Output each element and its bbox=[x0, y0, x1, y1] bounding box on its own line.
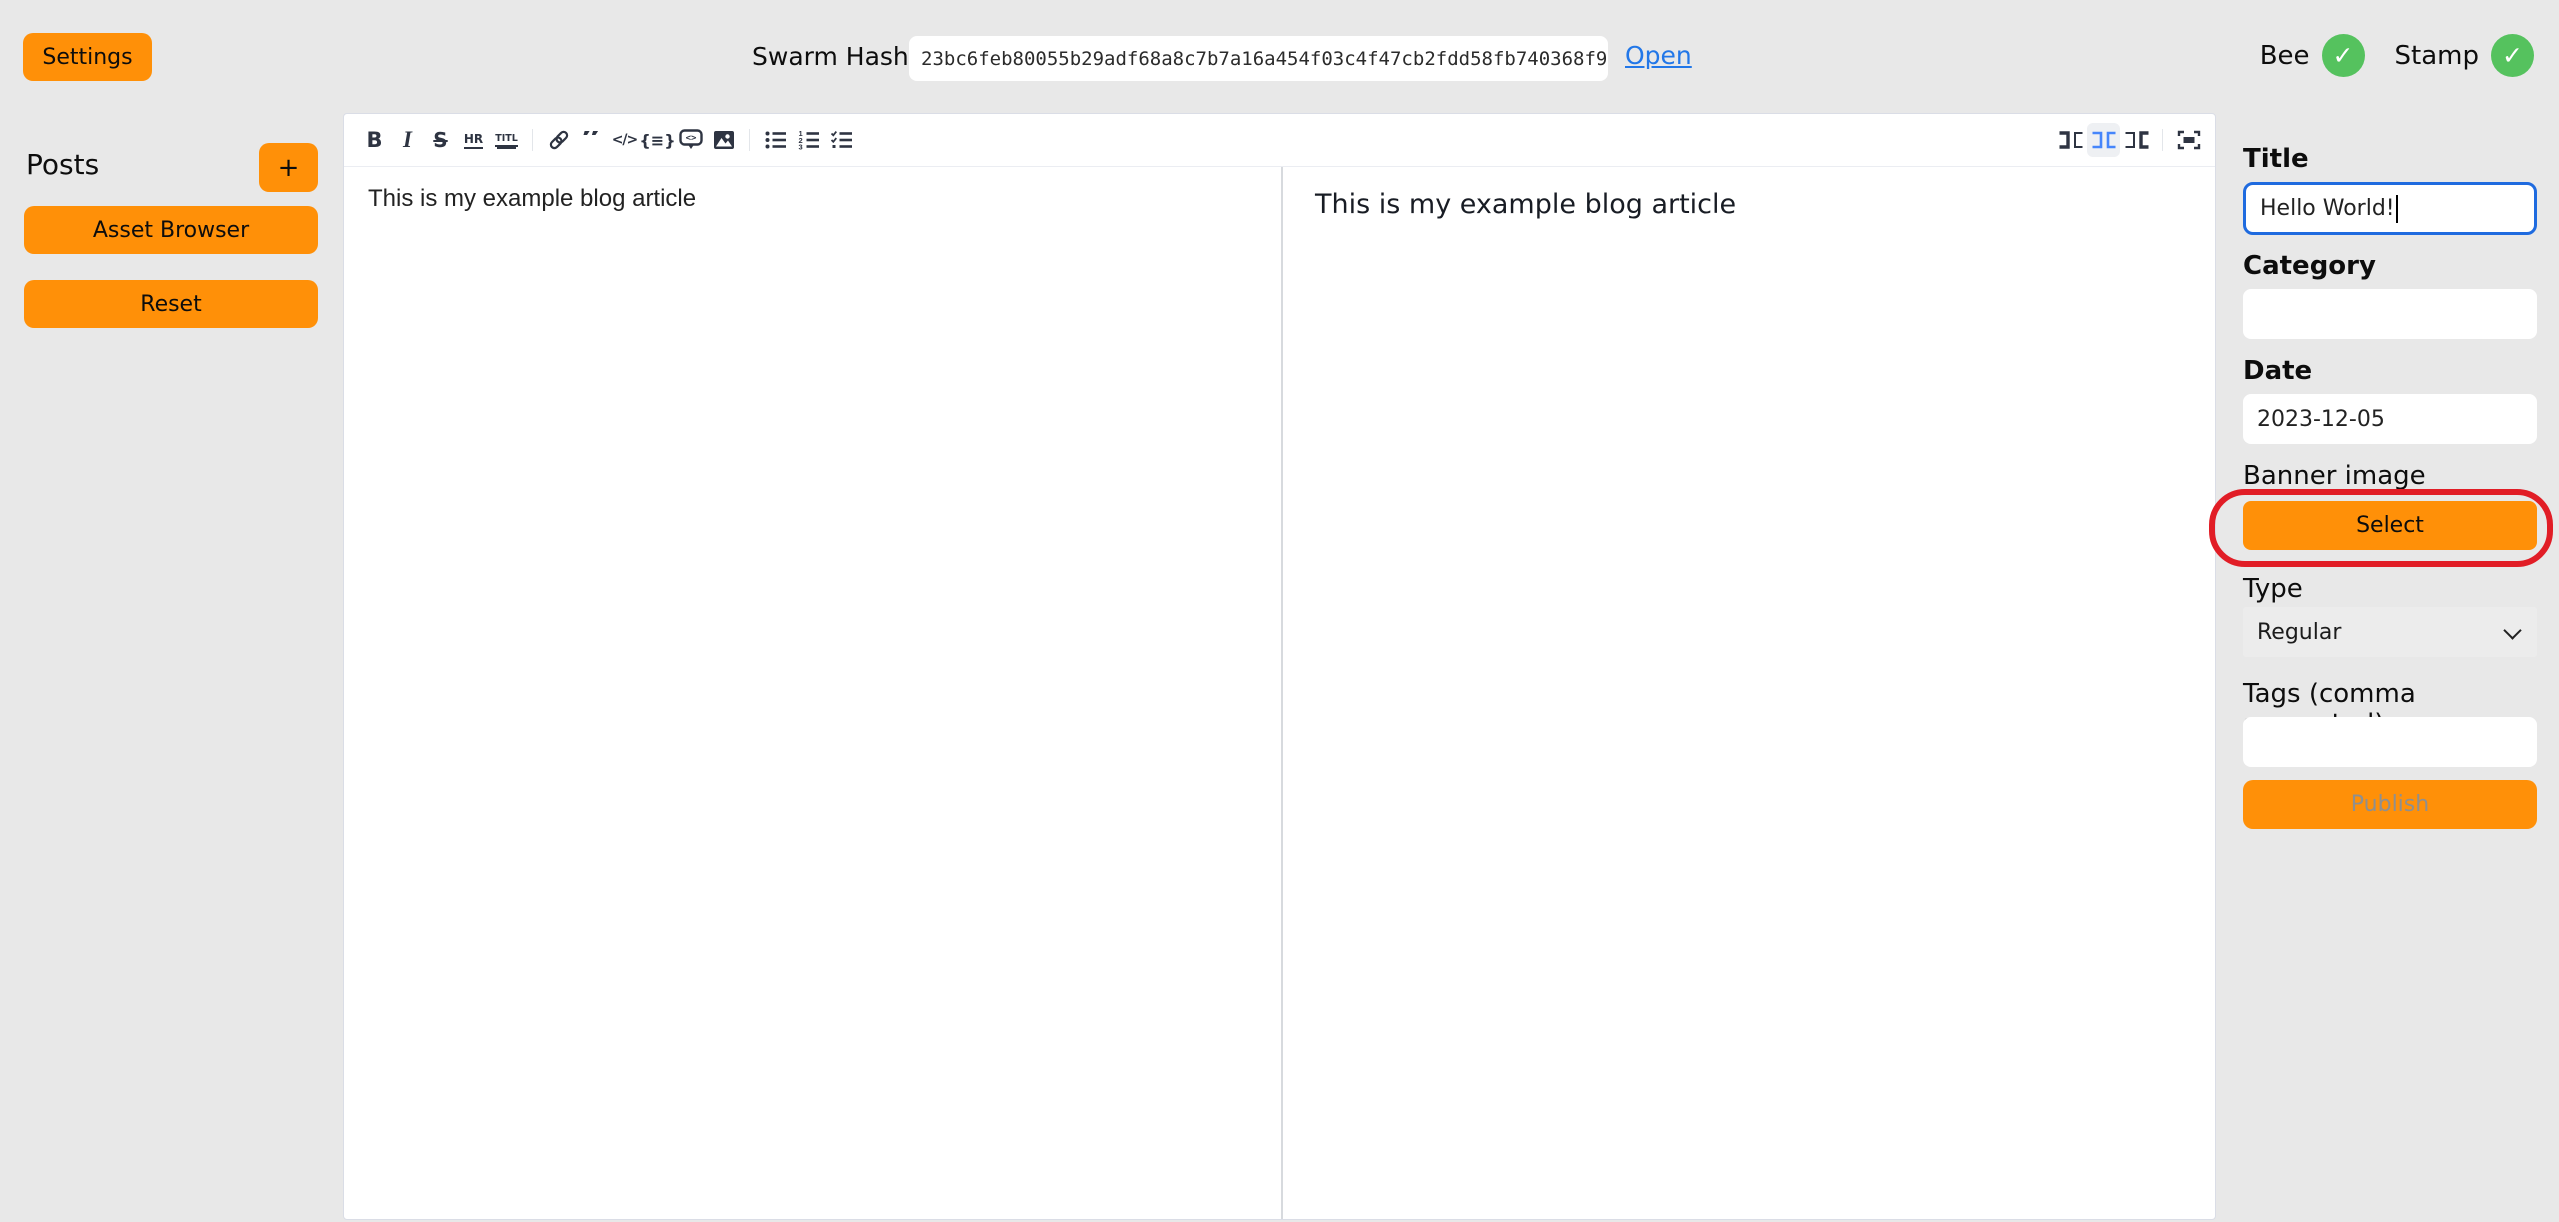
italic-icon: I bbox=[403, 127, 412, 153]
new-post-button[interactable]: + bbox=[259, 143, 318, 192]
svg-text:3: 3 bbox=[798, 143, 802, 151]
posts-heading: Posts bbox=[26, 148, 99, 181]
reset-button[interactable]: Reset bbox=[24, 280, 318, 328]
toolbar-button-hr[interactable]: HR bbox=[457, 123, 490, 157]
title-heading-icon: TITL bbox=[495, 133, 518, 147]
swarm-hash-input[interactable]: 23bc6feb80055b29adf68a8c7b7a16a454f03c4f… bbox=[909, 36, 1608, 81]
tags-input[interactable] bbox=[2243, 717, 2537, 767]
markdown-input-pane[interactable]: This is my example blog article bbox=[344, 167, 1281, 1219]
chevron-down-icon bbox=[2503, 621, 2521, 639]
strikethrough-icon: S bbox=[433, 128, 447, 152]
link-icon bbox=[548, 129, 570, 151]
open-link[interactable]: Open bbox=[1625, 41, 1692, 70]
bee-status-label: Bee bbox=[2260, 41, 2310, 71]
post-properties-panel: Title Hello World! Category Date 2023-12… bbox=[2217, 113, 2559, 1220]
settings-button[interactable]: Settings bbox=[23, 33, 152, 81]
toolbar-button-ordered-list[interactable]: 123 bbox=[792, 123, 825, 157]
embed-comment-icon: <> bbox=[679, 129, 703, 151]
toolbar-button-task-list[interactable] bbox=[825, 123, 858, 157]
ordered-list-icon: 123 bbox=[798, 130, 820, 150]
type-select[interactable]: Regular bbox=[2243, 607, 2537, 657]
toolbar-button-italic[interactable]: I bbox=[391, 123, 424, 157]
title-label: Title bbox=[2243, 144, 2309, 174]
toolbar-view-modes bbox=[2054, 123, 2205, 157]
svg-text:<>: <> bbox=[685, 134, 696, 144]
toolbar-button-embed[interactable]: <> bbox=[674, 123, 707, 157]
title-input-value: Hello World! bbox=[2260, 196, 2395, 221]
bullet-list-icon bbox=[765, 130, 787, 150]
toolbar-divider bbox=[2162, 129, 2163, 151]
type-label: Type bbox=[2243, 574, 2303, 604]
toolbar-divider bbox=[749, 129, 750, 151]
date-input[interactable]: 2023-12-05 bbox=[2243, 394, 2537, 444]
toolbar-button-bold[interactable]: B bbox=[358, 123, 391, 157]
horizontal-rule-icon: HR bbox=[464, 132, 483, 149]
toolbar-button-link[interactable] bbox=[542, 123, 575, 157]
bee-check-icon: ✓ bbox=[2322, 34, 2365, 77]
toolbar-button-quote[interactable]: ” bbox=[575, 123, 608, 157]
swarm-hash-label: Swarm Hash bbox=[752, 42, 909, 71]
toolbar-button-strike[interactable]: S bbox=[424, 123, 457, 157]
editor-only-icon bbox=[2058, 130, 2084, 150]
blockquote-icon: ” bbox=[580, 131, 602, 149]
editor-toolbar: B I S HR TITL ” </> {≡} bbox=[344, 114, 2215, 167]
category-label: Category bbox=[2243, 251, 2376, 281]
preview-only-icon bbox=[2124, 130, 2150, 150]
text-cursor bbox=[2396, 195, 2398, 223]
inline-code-icon: </> bbox=[612, 132, 638, 148]
title-input[interactable]: Hello World! bbox=[2243, 182, 2537, 235]
task-list-icon bbox=[831, 130, 853, 150]
stamp-check-icon: ✓ bbox=[2491, 34, 2534, 77]
toolbar-button-bullet-list[interactable] bbox=[759, 123, 792, 157]
asset-browser-button[interactable]: Asset Browser bbox=[24, 206, 318, 254]
stamp-status-label: Stamp bbox=[2395, 41, 2479, 71]
markdown-editor: B I S HR TITL ” </> {≡} bbox=[343, 113, 2216, 1220]
status-cluster: Bee ✓ Stamp ✓ bbox=[2260, 34, 2534, 77]
toolbar-button-image[interactable] bbox=[707, 123, 740, 157]
toolbar-button-title[interactable]: TITL bbox=[490, 123, 523, 157]
date-label: Date bbox=[2243, 356, 2312, 386]
type-select-value: Regular bbox=[2257, 620, 2341, 645]
banner-image-select-button[interactable]: Select bbox=[2243, 501, 2537, 550]
app-window: Settings Swarm Hash 23bc6feb80055b29adf6… bbox=[0, 0, 2559, 1222]
fullscreen-icon bbox=[2177, 130, 2201, 150]
fullscreen-button[interactable] bbox=[2172, 123, 2205, 157]
banner-image-label: Banner image bbox=[2243, 461, 2426, 491]
code-block-icon: {≡} bbox=[639, 131, 675, 150]
bold-icon: B bbox=[366, 128, 382, 152]
editor-body: This is my example blog article This is … bbox=[344, 167, 2215, 1219]
publish-button[interactable]: Publish bbox=[2243, 780, 2537, 829]
split-view-icon bbox=[2091, 130, 2117, 150]
toolbar-button-codeblock[interactable]: {≡} bbox=[641, 123, 674, 157]
preview-pane: This is my example blog article bbox=[1283, 167, 2215, 1219]
image-icon bbox=[713, 130, 735, 150]
view-mode-preview-only-button[interactable] bbox=[2120, 123, 2153, 157]
toolbar-divider bbox=[532, 129, 533, 151]
toolbar-button-code[interactable]: </> bbox=[608, 123, 641, 157]
view-mode-split-button[interactable] bbox=[2087, 123, 2120, 157]
view-mode-editor-only-button[interactable] bbox=[2054, 123, 2087, 157]
category-input[interactable] bbox=[2243, 289, 2537, 339]
